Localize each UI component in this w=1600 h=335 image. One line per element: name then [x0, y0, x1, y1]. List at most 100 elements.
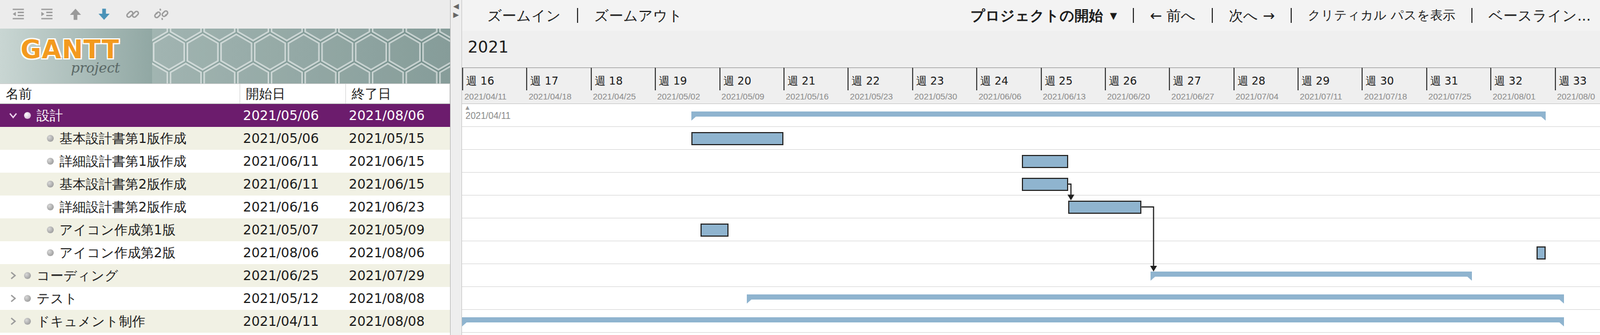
critical-path-button[interactable]: クリティカル パスを表示: [1307, 4, 1456, 27]
end-date-cell: 2021/05/09: [345, 218, 451, 242]
year-header: 2021: [462, 30, 1600, 63]
chevron-icon: [8, 271, 18, 281]
task-name: 詳細設計書第1版作成: [59, 152, 187, 171]
separator: [1290, 8, 1292, 23]
task-dot-icon: [46, 157, 54, 165]
chevron-icon: [8, 293, 18, 304]
expander[interactable]: [8, 316, 19, 327]
separator: [576, 8, 579, 23]
week-label: 週 31: [1426, 67, 1491, 91]
separator: [1132, 8, 1134, 23]
task-name: 基本設計書第1版作成: [59, 129, 187, 148]
task-name: ドキュメント制作: [36, 312, 146, 331]
week-date: 2021/07/11: [1297, 90, 1362, 102]
start-date-cell: 2021/05/06: [240, 104, 346, 127]
expander[interactable]: [8, 293, 19, 304]
expander[interactable]: [30, 201, 42, 213]
task-row[interactable]: 詳細設計書第2版作成2021/06/162021/06/23: [0, 195, 451, 219]
task-row[interactable]: 詳細設計書第1版作成2021/06/112021/06/15: [0, 149, 451, 173]
week-label: 週 26: [1104, 67, 1169, 91]
summary-bar[interactable]: [691, 111, 1546, 117]
start-date-cell: 2021/04/11: [240, 309, 346, 333]
week-ruler: 週 162021/04/11週 172021/04/18週 182021/04/…: [462, 62, 1600, 105]
expander[interactable]: [8, 270, 19, 281]
unlink-button[interactable]: [153, 6, 170, 23]
arrow-down-icon: [96, 6, 112, 22]
zoom-out-button[interactable]: ズームアウト: [594, 4, 683, 28]
week-label: 週 28: [1233, 67, 1298, 91]
task-row[interactable]: ドキュメント制作 2021/04/112021/08/08: [0, 309, 451, 333]
task-bar[interactable]: [1536, 246, 1546, 260]
baseline-button[interactable]: ベースライン...: [1488, 4, 1591, 28]
start-date-cell: 2021/05/12: [240, 287, 346, 310]
task-row[interactable]: 基本設計書第2版作成2021/06/112021/06/15: [0, 172, 451, 196]
task-dot-icon: [46, 226, 54, 234]
panel-splitter[interactable]: ◀▶: [450, 0, 463, 335]
week-date: 2021/04/18: [526, 90, 591, 102]
summary-bar[interactable]: [1150, 271, 1472, 277]
week-cell: 週 332021/08/0: [1554, 67, 1600, 104]
task-row[interactable]: 基本設計書第1版作成2021/05/062021/05/15: [0, 126, 451, 150]
chart-panel: ズームイン ズームアウト プロジェクトの開始 ▼ ← 前へ 次へ → クリティカル パスを…: [462, 0, 1600, 335]
expander[interactable]: [30, 247, 42, 258]
task-row[interactable]: アイコン作成第2版2021/08/062021/08/06: [0, 241, 451, 265]
task-bar[interactable]: [700, 223, 728, 237]
column-header[interactable]: 開始日: [240, 84, 346, 104]
week-cell: 週 232021/05/30: [912, 67, 977, 104]
summary-bar[interactable]: [746, 294, 1564, 300]
week-cell: 週 302021/07/18: [1361, 67, 1426, 104]
link-button[interactable]: [124, 6, 141, 23]
task-bar[interactable]: [1068, 200, 1142, 214]
column-header[interactable]: 終了日: [345, 84, 451, 104]
up-button[interactable]: [67, 6, 84, 23]
task-name: 詳細設計書第2版作成: [59, 198, 187, 217]
end-date-cell: 2021/08/08: [345, 309, 451, 333]
week-date: 2021/08/0: [1554, 90, 1600, 102]
task-bar[interactable]: [1021, 177, 1068, 191]
down-button[interactable]: [96, 6, 113, 23]
outdent-button[interactable]: [10, 6, 27, 23]
task-row[interactable]: コーディング2021/06/252021/07/29: [0, 264, 451, 288]
summary-bar[interactable]: [462, 317, 1564, 323]
name-cell: アイコン作成第1版: [0, 218, 241, 242]
expander[interactable]: [30, 133, 42, 144]
week-date: 2021/06/06: [976, 90, 1041, 102]
task-row[interactable]: 設計2021/05/062021/08/06: [0, 104, 451, 127]
project-start-dropdown[interactable]: プロジェクトの開始 ▼: [970, 4, 1117, 28]
expander[interactable]: [8, 110, 19, 121]
task-bar[interactable]: [1021, 154, 1068, 169]
task-row[interactable]: アイコン作成第1版2021/05/072021/05/09: [0, 218, 451, 242]
prev-button[interactable]: ← 前へ: [1149, 4, 1196, 28]
expander[interactable]: [30, 178, 42, 190]
week-cell: 週 322021/08/01: [1490, 67, 1555, 104]
chart-row: [462, 264, 1600, 288]
name-cell: コーディング: [0, 264, 241, 288]
week-label: 週 21: [783, 67, 848, 91]
task-bar[interactable]: [691, 132, 784, 146]
task-panel: GANTTproject名前開始日終了日設計2021/05/062021/08/…: [0, 0, 451, 335]
start-date-cell: 2021/05/07: [240, 218, 346, 242]
week-label: 週 19: [654, 67, 719, 91]
link-icon: [125, 6, 141, 22]
expander[interactable]: [30, 156, 42, 167]
week-label: 週 22: [847, 67, 912, 91]
task-row[interactable]: テスト2021/05/122021/08/08: [0, 287, 451, 310]
end-date-cell: 2021/08/08: [345, 287, 451, 310]
chart-row: [462, 195, 1600, 219]
task-dot-icon: [46, 249, 54, 257]
indent-button[interactable]: [38, 6, 55, 23]
gantt-canvas: ▲2021/04/11: [462, 104, 1600, 333]
column-header[interactable]: 名前: [0, 84, 241, 104]
week-label: 週 27: [1168, 67, 1233, 91]
week-cell: 週 182021/04/25: [590, 67, 655, 104]
dependency-arrow[interactable]: [1141, 207, 1157, 272]
week-date: 2021/05/16: [783, 90, 848, 102]
chevron-icon: [8, 110, 18, 121]
splitter-button[interactable]: ◀: [453, 2, 460, 10]
chart-row: [462, 126, 1600, 150]
dependency-arrow[interactable]: [1067, 184, 1075, 201]
splitter-button[interactable]: ▶: [453, 10, 460, 19]
next-button[interactable]: 次へ →: [1228, 4, 1275, 28]
zoom-in-button[interactable]: ズームイン: [487, 4, 561, 28]
expander[interactable]: [30, 224, 42, 236]
